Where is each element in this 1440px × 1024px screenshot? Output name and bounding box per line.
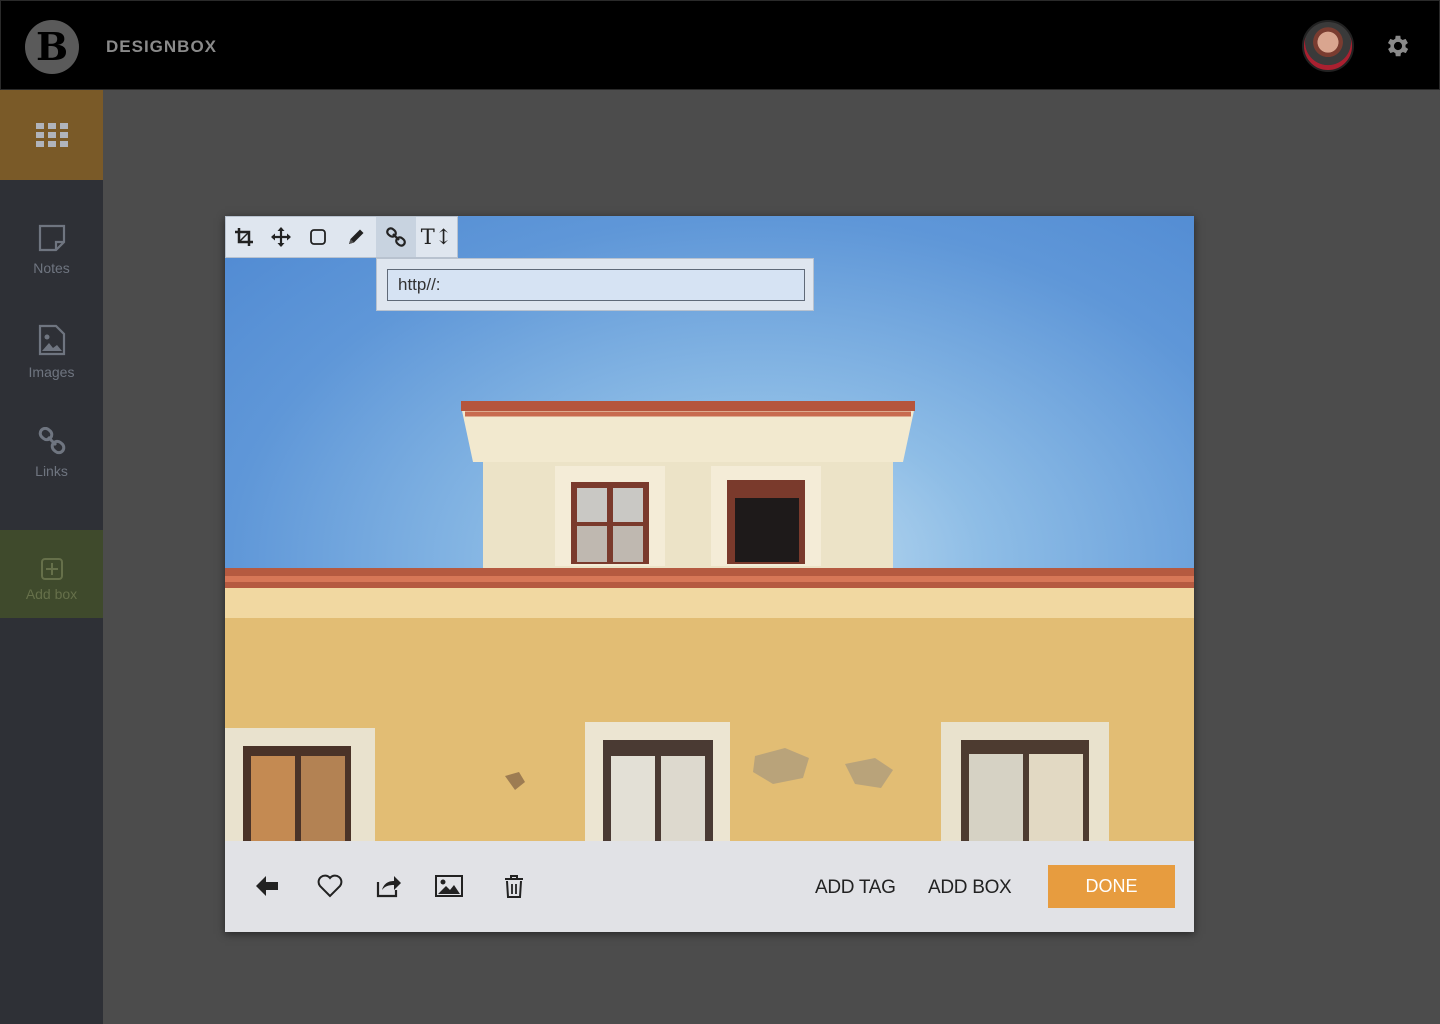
app-title: DESIGNBOX — [106, 37, 218, 56]
image-file-icon — [38, 324, 65, 356]
sidebar-item-images[interactable]: Images — [0, 324, 103, 414]
grid-icon — [35, 123, 68, 147]
sidebar-item-links[interactable]: Links — [0, 427, 103, 517]
logo-letter: B — [35, 24, 69, 69]
sidebar-item-notes[interactable]: Notes — [0, 224, 103, 314]
done-button[interactable]: DONE — [1048, 865, 1175, 908]
favorite-button[interactable] — [316, 872, 344, 900]
link-button[interactable] — [376, 217, 416, 257]
delete-button[interactable] — [500, 872, 528, 900]
add-box-label: Add box — [25, 586, 78, 602]
link-icon — [38, 427, 65, 455]
share-button[interactable] — [375, 872, 403, 900]
draw-button[interactable] — [336, 217, 376, 257]
pencil-icon — [349, 229, 364, 244]
plus-square-icon — [40, 558, 63, 580]
move-button[interactable] — [262, 217, 300, 257]
add-tag-button[interactable]: ADD TAG — [815, 877, 896, 899]
shape-button[interactable] — [300, 217, 336, 257]
sidebar-apps-button[interactable] — [0, 90, 103, 180]
text-icon: T↕ — [420, 225, 453, 249]
sidebar-item-label: Links — [35, 463, 68, 479]
move-icon — [271, 227, 291, 247]
app-logo[interactable]: B — [25, 20, 79, 74]
editor-footer: ADD TAG ADD BOX DONE — [225, 841, 1194, 932]
photo-canvas[interactable]: T↕ — [225, 216, 1194, 841]
back-button[interactable] — [253, 872, 281, 900]
top-bar: B DESIGNBOX — [0, 0, 1440, 90]
gear-icon[interactable] — [1384, 32, 1412, 60]
link-url-input[interactable] — [387, 269, 805, 301]
heart-icon — [317, 874, 343, 898]
link-url-popover — [376, 258, 814, 311]
square-icon — [310, 229, 326, 245]
sidebar-item-label: Notes — [33, 260, 70, 276]
link-icon — [386, 227, 406, 247]
image-icon — [435, 875, 463, 897]
user-avatar[interactable] — [1302, 20, 1354, 72]
back-arrow-icon — [256, 876, 278, 896]
note-icon — [38, 224, 65, 252]
crop-button[interactable] — [226, 217, 262, 257]
image-button[interactable] — [435, 872, 463, 900]
sidebar-add-box[interactable]: Add box — [0, 530, 103, 618]
sidebar: Notes Images Links Add box — [0, 90, 103, 1024]
text-button[interactable]: T↕ — [416, 217, 457, 257]
sidebar-item-label: Images — [28, 364, 75, 380]
crop-icon — [235, 228, 253, 246]
edit-toolbar: T↕ — [225, 216, 458, 258]
add-box-button[interactable]: ADD BOX — [928, 877, 1012, 899]
trash-icon — [505, 875, 523, 898]
image-editor-card: T↕ http//: ADD TAG ADD BOX DONE — [225, 216, 1194, 932]
share-icon — [376, 876, 401, 898]
